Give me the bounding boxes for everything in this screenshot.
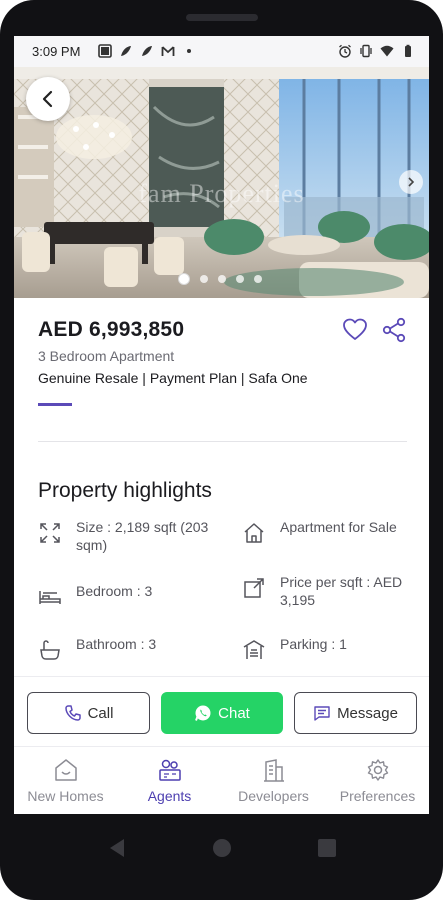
nav-agents[interactable]: Agents [118,747,221,814]
speaker-grille [186,14,258,21]
system-home-icon[interactable] [211,837,233,859]
parking-icon [243,640,265,659]
highlight-text: Price per sqft : AED 3,195 [280,574,403,608]
chat-label: Chat [218,704,250,722]
listing-tags: Genuine Resale | Payment Plan | Safa One [38,370,308,386]
highlight-text: Apartment for Sale [280,519,397,535]
carousel-dot[interactable] [236,275,244,283]
favorite-button[interactable] [341,316,369,344]
dot-icon [187,49,191,53]
heart-icon [343,318,367,340]
property-type: 3 Bedroom Apartment [38,348,175,364]
status-bar: 3:09 PM [14,36,429,67]
nav-label: Agents [147,788,192,804]
nav-label: Developers [238,788,309,804]
share-button[interactable] [380,316,408,344]
nav-developers[interactable]: Developers [222,747,325,814]
highlight-text: Parking : 1 [280,636,347,652]
back-button[interactable] [26,77,70,121]
system-recents-icon[interactable] [316,837,338,859]
message-button[interactable]: Message [294,692,417,734]
highlight-bathrooms: Bathroom : 3 [38,635,211,662]
whatsapp-icon [195,705,211,721]
bottom-navigation: New Homes Agents Developers Preferences [14,746,429,814]
mail-icon [161,46,175,56]
contact-actions-bar: Call Chat Message [14,676,429,746]
carousel-dot[interactable] [200,275,208,283]
agents-icon [158,759,181,781]
call-label: Call [87,704,114,722]
system-icons [338,44,415,58]
highlights-title: Property highlights [38,479,212,502]
chevron-left-icon [42,90,53,108]
vibrate-icon [360,44,372,58]
alarm-icon [339,44,351,58]
bathtub-icon [40,640,60,660]
highlight-parking: Parking : 1 [242,635,415,662]
highlight-text: Bedroom : 3 [76,583,153,599]
app-screen: 3:09 PM fam Properties AED 6,993,850 3 B… [14,36,429,814]
message-label: Message [337,704,398,722]
expand-icon [40,523,60,543]
notification-icons [98,44,196,58]
carousel-dot[interactable] [178,273,190,285]
battery-icon [405,44,411,57]
bird-icon [142,46,152,56]
bed-icon [39,591,61,604]
carousel-dot[interactable] [254,275,262,283]
nav-new-homes[interactable]: New Homes [14,747,117,814]
highlight-size: Size : 2,189 sqft (203 sqm) [38,518,211,554]
section-divider [38,441,407,442]
property-photo-carousel[interactable]: fam Properties [14,67,429,298]
nav-preferences[interactable]: Preferences [326,747,429,814]
chat-button[interactable]: Chat [161,692,283,734]
system-navigation-bar [0,814,443,900]
chevron-right-icon [408,177,415,187]
gear-icon [367,759,388,781]
message-icon [314,706,330,721]
nav-label: Preferences [339,788,416,804]
highlight-listing-type: Apartment for Sale [242,518,415,545]
status-time: 3:09 PM [32,44,81,59]
home-icon [54,759,77,781]
highlight-text: Bathroom : 3 [76,636,157,652]
photo-icon [98,44,112,58]
watermark-text: fam Properties [138,179,305,208]
bird-icon [121,46,131,56]
next-image-button[interactable] [399,170,423,194]
building-icon [263,759,284,782]
share-icon [382,317,406,343]
house-icon [244,523,264,543]
price-tag-icon [244,578,264,598]
title-underline [38,403,72,406]
phone-frame: 3:09 PM fam Properties AED 6,993,850 3 B… [0,0,443,900]
highlight-text: Size : 2,189 sqft (203 sqm) [76,519,209,553]
carousel-dot[interactable] [218,275,226,283]
carousel-indicator [178,273,262,285]
system-back-icon[interactable] [106,837,128,859]
highlight-bedrooms: Bedroom : 3 [38,582,211,609]
listing-price: AED 6,993,850 [38,318,185,341]
nav-label: New Homes [27,788,104,804]
call-button[interactable]: Call [27,692,150,734]
phone-icon [64,705,81,721]
wifi-icon [380,45,394,57]
highlight-price-per-sqft: Price per sqft : AED 3,195 [242,573,415,609]
